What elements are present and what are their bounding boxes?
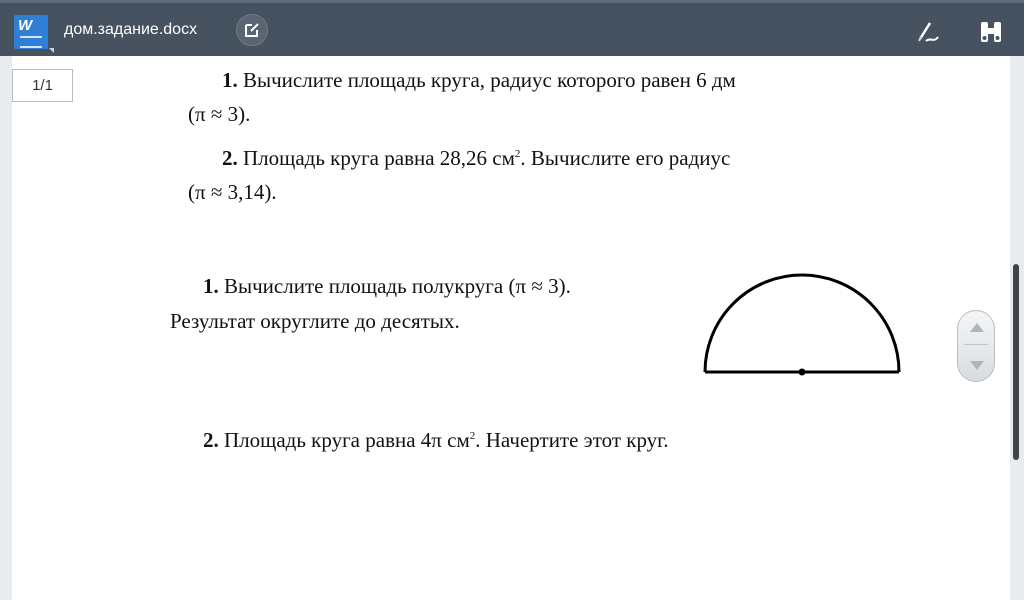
page-indicator: 1/1 (12, 69, 73, 102)
problem-4-text-a: Площадь круга равна 4π см (224, 428, 470, 452)
edit-button[interactable] (236, 14, 268, 46)
problem-3-number: 1. (203, 274, 219, 298)
problem-1-line-1: 1. Вычислите площадь круга, радиус котор… (222, 68, 736, 93)
scroll-down-icon[interactable] (970, 361, 984, 370)
problem-3-line-2: Результат округлите до десятых. (170, 309, 460, 333)
left-gutter (0, 56, 12, 600)
word-icon-lines (20, 36, 42, 48)
problem-2-line-1: 2. Площадь круга равна 28,26 см2. Вычисл… (222, 146, 730, 171)
semicircle-center-dot (798, 368, 806, 376)
problem-2-text-b: . Вычислите его радиус (520, 146, 731, 170)
problem-4-number: 2. (203, 428, 219, 452)
problem-3-text: Вычислите площадь полукруга (π ≈ 3). (224, 274, 571, 298)
find-button[interactable] (976, 17, 1006, 47)
binoculars-icon (981, 22, 1001, 42)
word-icon-corner (49, 48, 54, 53)
problem-3-line-1: 1. Вычислите площадь полукруга (π ≈ 3). (203, 274, 571, 299)
scroll-divider (964, 344, 988, 345)
scroll-up-icon[interactable] (970, 323, 984, 332)
edit-icon (245, 23, 259, 37)
problem-1-line-2: (π ≈ 3). (188, 102, 251, 126)
problem-1-number: 1. (222, 68, 238, 92)
title-bar: W дом.задание.docx (0, 0, 1024, 56)
problem-2-number: 2. (222, 146, 238, 170)
problem-2-line-2: (π ≈ 3,14). (188, 180, 277, 204)
problem-2-text-a: Площадь круга равна 28,26 см (243, 146, 515, 170)
document-filename: дом.задание.docx (64, 21, 198, 38)
problem-1-text: Вычислите площадь круга, радиус которого… (243, 68, 736, 92)
scroll-control[interactable] (957, 310, 995, 382)
pen-button[interactable] (914, 17, 944, 47)
problem-4-line: 2. Площадь круга равна 4π см2. Начертите… (203, 428, 669, 453)
semicircle-figure (703, 273, 901, 376)
word-letter: W (18, 17, 33, 34)
pen-icon (918, 22, 939, 42)
scrollbar[interactable] (1013, 264, 1019, 460)
problem-4-text-b: . Начертите этот круг. (475, 428, 669, 452)
semicircle-arc (703, 273, 901, 373)
word-doc-icon: W (14, 15, 54, 53)
